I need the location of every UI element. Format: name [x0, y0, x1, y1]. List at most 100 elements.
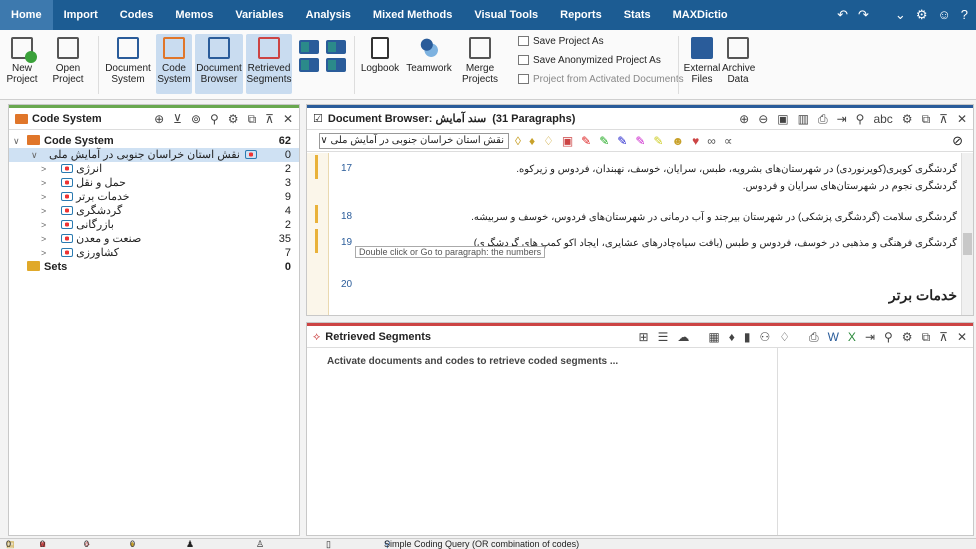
- code-icon[interactable]: ⊚: [191, 108, 201, 130]
- print-icon[interactable]: ⎙: [818, 108, 828, 130]
- code-with-new-icon[interactable]: ♦: [529, 134, 535, 148]
- highlight-magenta-icon[interactable]: ✎: [635, 134, 645, 148]
- print-icon[interactable]: ⎙: [809, 326, 819, 348]
- undock-icon[interactable]: ⧉: [922, 108, 931, 130]
- tree-parent-code[interactable]: ∨ نقش استان خراسان جنوبی در آمایش ملی 0: [9, 148, 299, 162]
- code-system-button[interactable]: Code System: [156, 34, 192, 94]
- close-icon[interactable]: ✕: [957, 108, 967, 130]
- spellcheck-icon[interactable]: abc: [873, 108, 892, 130]
- help-icon[interactable]: ?: [961, 7, 968, 23]
- gear-icon[interactable]: ⚙: [916, 7, 928, 23]
- chevron-right-icon[interactable]: >: [41, 190, 46, 204]
- chevron-down-icon[interactable]: ∨: [13, 134, 20, 148]
- split-view-icon[interactable]: ▥: [798, 108, 809, 130]
- people-icon[interactable]: ⚇: [759, 326, 770, 348]
- search-icon[interactable]: ⚲: [884, 326, 893, 348]
- pin-icon[interactable]: ◊: [515, 134, 521, 148]
- tab-mixed-methods[interactable]: Mixed Methods: [362, 0, 463, 30]
- tree-root[interactable]: ∨ Code System 62: [9, 134, 299, 148]
- document-system-button[interactable]: Document System: [104, 34, 152, 94]
- document-selector[interactable]: نقش استان خراسان جنوبی در آمایش ملی ∨: [319, 132, 509, 149]
- tree-code[interactable]: > کشاورزی 7: [9, 246, 299, 260]
- export-icon[interactable]: ▣: [777, 108, 788, 130]
- document-status-icon[interactable]: ▯: [326, 539, 331, 549]
- undock-icon[interactable]: ⧉: [922, 326, 931, 348]
- close-icon[interactable]: ✕: [957, 326, 967, 348]
- user-icon-2[interactable]: ♙: [256, 539, 264, 549]
- project-from-activated-button[interactable]: Project from Activated Documents: [518, 74, 684, 85]
- layout-button-2[interactable]: [324, 34, 348, 94]
- code-segments-icon[interactable]: ♢: [779, 326, 790, 348]
- emoticode-icon[interactable]: ▣: [562, 134, 573, 148]
- tab-import[interactable]: Import: [53, 0, 109, 30]
- chevron-down-icon[interactable]: ⌄: [895, 7, 906, 23]
- toggle-icon[interactable]: ⊘: [952, 133, 963, 149]
- minimize-icon[interactable]: ⊼: [265, 108, 274, 130]
- redo-icon[interactable]: ↷: [858, 7, 869, 23]
- close-icon[interactable]: ✕: [283, 108, 293, 130]
- tree-code[interactable]: > گردشگری 4: [9, 204, 299, 218]
- tab-variables[interactable]: Variables: [224, 0, 294, 30]
- doc-view-icon[interactable]: ⊞: [639, 326, 649, 348]
- export-doc-icon[interactable]: ⇥: [837, 108, 847, 130]
- export-icon[interactable]: ⇥: [865, 326, 875, 348]
- teamwork-button[interactable]: Teamwork: [404, 34, 454, 94]
- highlight-yellow-icon[interactable]: ✎: [653, 134, 663, 148]
- undock-icon[interactable]: ⧉: [248, 108, 257, 130]
- grid-icon[interactable]: ▦: [708, 326, 719, 348]
- chevron-right-icon[interactable]: >: [41, 176, 46, 190]
- gear-icon[interactable]: ⚙: [902, 108, 913, 130]
- layout-button[interactable]: [296, 34, 322, 94]
- comment-icon[interactable]: ☁: [677, 326, 689, 348]
- smiley-icon[interactable]: ☺: [937, 7, 950, 23]
- chevron-right-icon[interactable]: >: [41, 218, 46, 232]
- tab-home[interactable]: Home: [0, 0, 53, 30]
- emoji-icon[interactable]: ☻: [671, 134, 684, 148]
- tab-codes[interactable]: Codes: [109, 0, 165, 30]
- external-files-button[interactable]: External Files: [682, 34, 722, 94]
- symbol-icon[interactable]: ♥: [692, 134, 699, 148]
- search-icon[interactable]: ⚲: [210, 108, 219, 130]
- gear-icon[interactable]: ⚙: [902, 326, 913, 348]
- tree-code[interactable]: > خدمات برتر 9: [9, 190, 299, 204]
- minimize-icon[interactable]: ⊼: [939, 326, 948, 348]
- chevron-down-icon[interactable]: ∨: [31, 148, 38, 162]
- tree-code[interactable]: > صنعت و معدن 35: [9, 232, 299, 246]
- code-with-existing-icon[interactable]: ♢: [543, 134, 554, 148]
- excel-icon[interactable]: X: [848, 326, 856, 348]
- zoom-in-icon[interactable]: ⊕: [739, 108, 749, 130]
- tab-stats[interactable]: Stats: [613, 0, 662, 30]
- scrollbar-thumb[interactable]: [963, 233, 972, 255]
- minimize-icon[interactable]: ⊼: [939, 108, 948, 130]
- archive-data-button[interactable]: Archive Data: [722, 34, 755, 94]
- gear-icon[interactable]: ⚙: [228, 108, 239, 130]
- highlight-green-icon[interactable]: ✎: [599, 134, 609, 148]
- tab-analysis[interactable]: Analysis: [295, 0, 362, 30]
- unlink-icon[interactable]: ∝: [724, 134, 733, 148]
- document-browser-button[interactable]: Document Browser: [195, 34, 243, 94]
- save-anonymized-button[interactable]: Save Anonymized Project As: [518, 55, 661, 66]
- retrieved-segments-button[interactable]: Retrieved Segments: [246, 34, 292, 94]
- document-scrollbar[interactable]: [961, 153, 973, 315]
- chevron-right-icon[interactable]: >: [41, 246, 46, 260]
- document-text-area[interactable]: 17 گردشگری کویری(کویرنوردی) در شهرستان‌ه…: [307, 153, 973, 315]
- link-icon[interactable]: ∞: [707, 134, 716, 148]
- list-view-icon[interactable]: ☰: [658, 326, 669, 348]
- word-icon[interactable]: W: [828, 326, 839, 348]
- new-project-button[interactable]: New Project: [4, 34, 40, 94]
- tab-reports[interactable]: Reports: [549, 0, 613, 30]
- tab-maxdictio[interactable]: MAXDictio: [662, 0, 739, 30]
- tab-visual-tools[interactable]: Visual Tools: [463, 0, 549, 30]
- chevron-right-icon[interactable]: >: [41, 162, 46, 176]
- filter-icon[interactable]: ⊻: [173, 108, 182, 130]
- chevron-right-icon[interactable]: >: [41, 204, 46, 218]
- chevron-right-icon[interactable]: >: [41, 232, 46, 246]
- logbook-button[interactable]: Logbook: [360, 34, 400, 94]
- tree-code[interactable]: > بازرگانی 2: [9, 218, 299, 232]
- new-code-icon[interactable]: ⊕: [154, 108, 164, 130]
- open-project-button[interactable]: Open Project: [46, 34, 90, 94]
- merge-projects-button[interactable]: Merge Projects: [458, 34, 502, 94]
- tab-memos[interactable]: Memos: [164, 0, 224, 30]
- zoom-out-icon[interactable]: ⊖: [758, 108, 768, 130]
- save-project-as-button[interactable]: Save Project As: [518, 36, 604, 47]
